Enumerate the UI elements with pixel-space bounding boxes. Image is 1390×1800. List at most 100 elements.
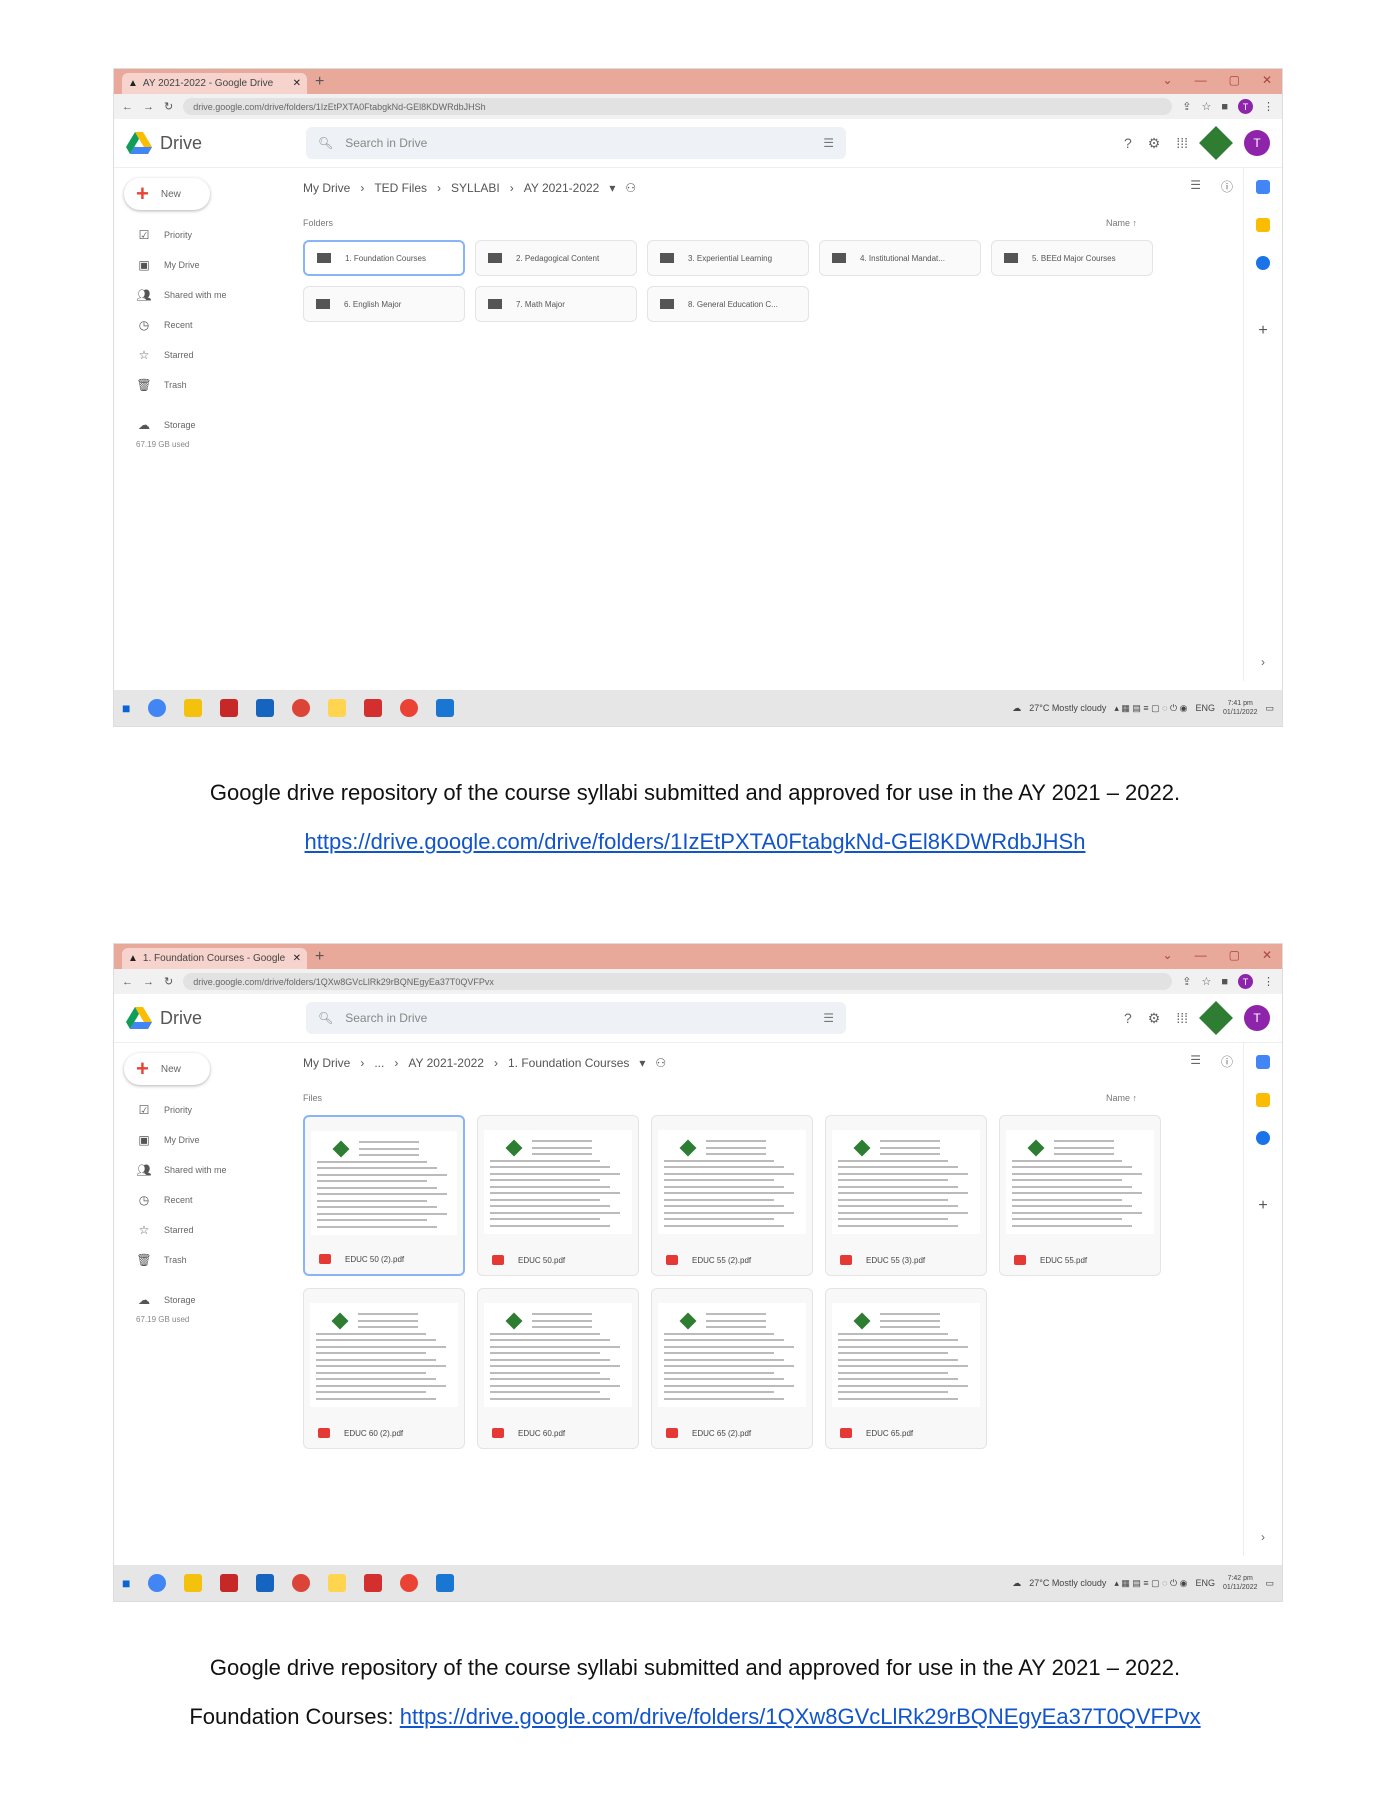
chevron-right-icon[interactable]: › xyxy=(1261,655,1265,669)
breadcrumb-item[interactable]: SYLLABI xyxy=(451,181,500,195)
close-window-icon[interactable]: ✕ xyxy=(1262,948,1272,962)
url-field[interactable]: drive.google.com/drive/folders/1QXw8GVcL… xyxy=(183,973,1173,990)
minimize-icon[interactable]: — xyxy=(1195,73,1207,87)
breadcrumb-current[interactable]: AY 2021-2022 xyxy=(524,181,600,195)
pdf-reader-icon[interactable] xyxy=(364,699,383,717)
language-indicator[interactable]: ENG xyxy=(1195,1578,1215,1588)
folder-item[interactable]: 4. Institutional Mandat... xyxy=(819,240,981,276)
sort-control[interactable]: Name ↑ xyxy=(1106,1093,1137,1103)
profile-avatar[interactable]: T xyxy=(1238,974,1253,989)
forward-icon[interactable]: → xyxy=(143,101,154,113)
url-field[interactable]: drive.google.com/drive/folders/1IzEtPXTA… xyxy=(183,98,1173,115)
keep-icon[interactable] xyxy=(1256,218,1270,232)
star-icon[interactable]: ☆ xyxy=(1201,975,1211,988)
chrome-icon[interactable] xyxy=(148,1574,167,1592)
chrome-alt-icon[interactable] xyxy=(400,1574,419,1592)
folder-item[interactable]: 3. Experiential Learning xyxy=(647,240,809,276)
file-explorer-icon[interactable] xyxy=(184,699,203,717)
maximize-icon[interactable]: ▢ xyxy=(1229,73,1240,87)
sidebar-item-recent[interactable]: ◷ Recent xyxy=(114,310,291,340)
drive-logo[interactable]: Drive xyxy=(126,1007,306,1029)
chrome-profile-icon[interactable] xyxy=(292,1574,311,1592)
tasks-icon[interactable] xyxy=(1256,256,1270,270)
file-item[interactable]: EDUC 60.pdf xyxy=(477,1288,639,1449)
app-icon[interactable] xyxy=(328,699,347,717)
sidebar-item-starred[interactable]: ☆ Starred xyxy=(114,1215,291,1245)
filter-icon[interactable]: ☰ xyxy=(823,1011,834,1025)
notification-icon[interactable]: ▭ xyxy=(1265,703,1274,714)
menu-icon[interactable]: ⋮ xyxy=(1263,975,1274,988)
calendar-icon[interactable] xyxy=(1256,1055,1270,1069)
list-view-icon[interactable]: ☰ xyxy=(1190,178,1201,195)
new-button[interactable]: + New xyxy=(124,1053,210,1085)
word-icon[interactable] xyxy=(436,699,455,717)
sidebar-item-my-drive[interactable]: ▣ My Drive xyxy=(114,250,291,280)
sidebar-item-trash[interactable]: 🗑︎ Trash xyxy=(114,370,291,400)
drive-logo[interactable]: Drive xyxy=(126,132,306,154)
notification-icon[interactable]: ▭ xyxy=(1265,1578,1274,1589)
sidebar-item-storage[interactable]: ☁ Storage xyxy=(114,1285,291,1315)
chevron-down-icon[interactable]: ⌄ xyxy=(1163,73,1173,87)
minimize-icon[interactable]: — xyxy=(1195,948,1207,962)
file-item[interactable]: EDUC 60 (2).pdf xyxy=(303,1288,465,1449)
sidebar-item-shared[interactable]: 👥︎ Shared with me xyxy=(114,280,291,310)
help-icon[interactable]: ? xyxy=(1124,135,1132,151)
new-tab-icon[interactable]: + xyxy=(315,948,324,966)
weather-text[interactable]: 27°C Mostly cloudy xyxy=(1029,1578,1106,1588)
file-explorer-icon[interactable] xyxy=(184,1574,203,1592)
folder-item[interactable]: 7. Math Major xyxy=(475,286,637,322)
sidebar-item-recent[interactable]: ◷ Recent xyxy=(114,1185,291,1215)
breadcrumb-item[interactable]: AY 2021-2022 xyxy=(408,1056,484,1070)
keep-icon[interactable] xyxy=(1256,1093,1270,1107)
file-item[interactable]: EDUC 50.pdf xyxy=(477,1115,639,1276)
dropdown-icon[interactable]: ▾ xyxy=(609,181,615,195)
language-indicator[interactable]: ENG xyxy=(1195,703,1215,713)
tray-icons[interactable]: ▴ ▦ ▤ ≡ ▢ ◌ ⏻ ◉ xyxy=(1114,703,1187,714)
info-icon[interactable]: ⓘ xyxy=(1221,1053,1233,1070)
zoom-icon[interactable] xyxy=(256,699,275,717)
gear-icon[interactable]: ⚙ xyxy=(1148,1010,1161,1027)
clock[interactable]: 7:42 pm 01/11/2022 xyxy=(1223,1574,1258,1592)
search-input[interactable]: 🔍︎ Search in Drive ☰ xyxy=(306,1002,846,1034)
sort-control[interactable]: Name ↑ xyxy=(1106,218,1137,228)
chrome-alt-icon[interactable] xyxy=(400,699,419,717)
chevron-down-icon[interactable]: ⌄ xyxy=(1163,948,1173,962)
forward-icon[interactable]: → xyxy=(143,976,154,988)
file-item[interactable]: EDUC 50 (2).pdf xyxy=(303,1115,465,1276)
breadcrumb-item[interactable]: TED Files xyxy=(374,181,427,195)
close-window-icon[interactable]: ✕ xyxy=(1262,73,1272,87)
filter-icon[interactable]: ☰ xyxy=(823,136,834,150)
sidebar-item-priority[interactable]: ☑ Priority xyxy=(114,220,291,250)
mcafee-icon[interactable] xyxy=(220,699,239,717)
drive-link-2[interactable]: https://drive.google.com/drive/folders/1… xyxy=(400,1704,1201,1729)
reload-icon[interactable]: ↻ xyxy=(164,100,173,113)
search-input[interactable]: 🔍︎ Search in Drive ☰ xyxy=(306,127,846,159)
word-icon[interactable] xyxy=(436,1574,455,1592)
calendar-icon[interactable] xyxy=(1256,180,1270,194)
share-icon[interactable]: ⇪ xyxy=(1182,100,1191,113)
sidebar-item-starred[interactable]: ☆ Starred xyxy=(114,340,291,370)
chrome-profile-icon[interactable] xyxy=(292,699,311,717)
breadcrumb-overflow[interactable]: ... xyxy=(374,1056,384,1070)
info-icon[interactable]: ⓘ xyxy=(1221,178,1233,195)
sidebar-item-priority[interactable]: ☑ Priority xyxy=(114,1095,291,1125)
reload-icon[interactable]: ↻ xyxy=(164,975,173,988)
sidebar-item-shared[interactable]: 👥︎ Shared with me xyxy=(114,1155,291,1185)
menu-icon[interactable]: ⋮ xyxy=(1263,100,1274,113)
breadcrumb-current[interactable]: 1. Foundation Courses xyxy=(508,1056,629,1070)
share-icon[interactable]: ⇪ xyxy=(1182,975,1191,988)
zoom-icon[interactable] xyxy=(256,1574,275,1592)
account-avatar[interactable]: T xyxy=(1244,130,1270,156)
pdf-reader-icon[interactable] xyxy=(364,1574,383,1592)
back-icon[interactable]: ← xyxy=(122,976,133,988)
close-icon[interactable]: ✕ xyxy=(293,78,301,89)
apps-grid-icon[interactable]: ⁞⁞⁞ xyxy=(1176,135,1188,151)
breadcrumb-item[interactable]: My Drive xyxy=(303,181,350,195)
add-addon-icon[interactable]: + xyxy=(1258,1197,1267,1215)
list-view-icon[interactable]: ☰ xyxy=(1190,1053,1201,1070)
add-addon-icon[interactable]: + xyxy=(1258,322,1267,340)
account-avatar[interactable]: T xyxy=(1244,1005,1270,1031)
apps-grid-icon[interactable]: ⁞⁞⁞ xyxy=(1176,1010,1188,1026)
breadcrumb-item[interactable]: My Drive xyxy=(303,1056,350,1070)
star-icon[interactable]: ☆ xyxy=(1201,100,1211,113)
